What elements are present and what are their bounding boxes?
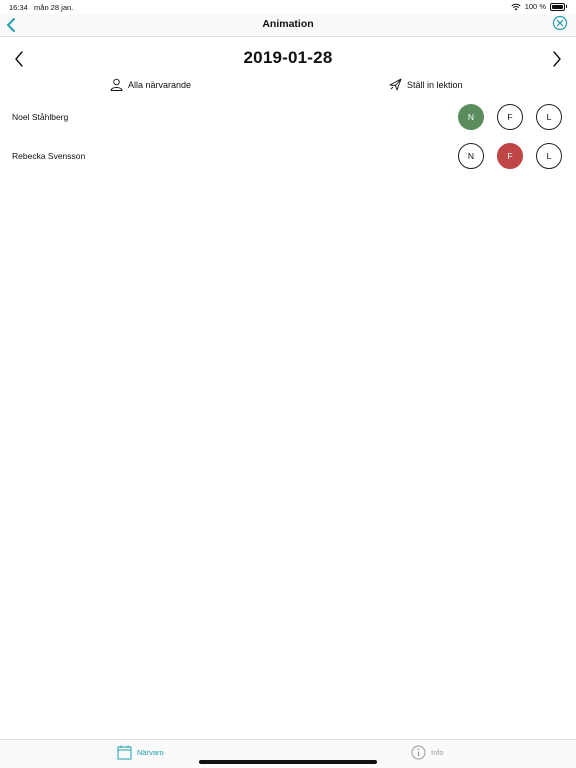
late-button[interactable]: L bbox=[536, 104, 562, 130]
battery-tip bbox=[566, 5, 567, 8]
student-row: Rebecka Svensson N F L bbox=[0, 142, 576, 172]
battery-percent: 100 % bbox=[524, 2, 546, 11]
present-button[interactable]: N bbox=[458, 143, 484, 169]
all-present-label: Alla närvarande bbox=[128, 79, 192, 90]
cancel-lesson-button[interactable]: Ställ in lektion bbox=[389, 78, 463, 91]
user-icon bbox=[110, 78, 123, 91]
navigation-bar: Animation bbox=[0, 14, 576, 37]
tab-bar: Närvaro Info bbox=[0, 739, 576, 768]
student-row: Noel Ståhlberg N F L bbox=[0, 103, 576, 133]
student-name: Rebecka Svensson bbox=[12, 151, 86, 161]
airplane-icon bbox=[389, 78, 402, 91]
status-time: 16:34 bbox=[9, 3, 28, 12]
wifi-icon bbox=[511, 3, 521, 10]
absent-button[interactable]: F bbox=[497, 104, 523, 130]
action-row: Alla närvarande Ställ in lektion bbox=[0, 78, 576, 96]
status-bar: 16:34 mån 28 jan. 100 % bbox=[0, 0, 576, 14]
info-icon bbox=[411, 745, 426, 760]
all-present-button[interactable]: Alla närvarande bbox=[110, 78, 191, 91]
home-indicator bbox=[199, 760, 377, 764]
date-navigator: 2019-01-28 bbox=[0, 44, 576, 74]
cancel-lesson-label: Ställ in lektion bbox=[407, 79, 463, 90]
status-right: 100 % bbox=[511, 2, 567, 11]
late-button[interactable]: L bbox=[536, 143, 562, 169]
present-button[interactable]: N bbox=[458, 104, 484, 130]
absent-button[interactable]: F bbox=[497, 143, 523, 169]
close-icon[interactable] bbox=[552, 15, 568, 31]
tab-label: Närvaro bbox=[137, 748, 164, 757]
nav-title: Animation bbox=[262, 18, 314, 30]
current-date: 2019-01-28 bbox=[243, 48, 333, 67]
tab-narvaro[interactable]: Närvaro bbox=[117, 745, 164, 760]
tab-label: Info bbox=[431, 748, 444, 757]
tab-info[interactable]: Info bbox=[411, 745, 444, 760]
status-left: 16:34 mån 28 jan. bbox=[9, 3, 73, 12]
student-name: Noel Ståhlberg bbox=[12, 112, 69, 122]
next-date-icon[interactable] bbox=[550, 49, 564, 69]
battery-icon bbox=[550, 2, 565, 11]
status-date: mån 28 jan. bbox=[34, 3, 74, 12]
calendar-icon bbox=[117, 745, 132, 760]
